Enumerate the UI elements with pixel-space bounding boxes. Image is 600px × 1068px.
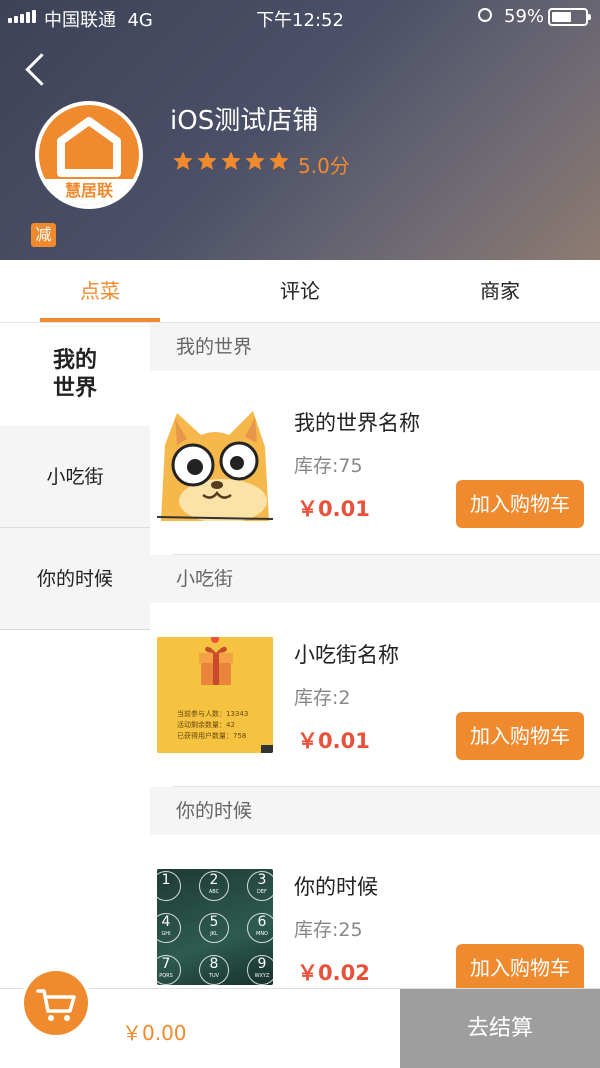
menu-item: 当前参与人数：13343 活动剩余数量：42 已获得用户数量：758 小吃街名称… bbox=[150, 603, 600, 787]
tab-order[interactable]: 点菜 bbox=[0, 260, 200, 322]
add-to-cart-button[interactable]: 加入购物车 bbox=[456, 944, 584, 988]
category-sidebar: 我的世界 小吃街 你的时候 bbox=[0, 323, 150, 988]
menu-item: 我的世界名称 库存:75 ￥0.01 加入购物车 bbox=[150, 371, 600, 555]
keypad-key: 5 JKL bbox=[199, 913, 229, 943]
checkout-button[interactable]: 去结算 bbox=[400, 989, 600, 1068]
category-item-my-world[interactable]: 我的世界 bbox=[0, 323, 150, 426]
item-stock: 库存:2 bbox=[294, 687, 351, 709]
item-price: ￥0.01 bbox=[297, 729, 370, 753]
product-image: 当前参与人数：13343 活动剩余数量：42 已获得用户数量：758 bbox=[157, 637, 273, 753]
status-bar: 中国联通 4G 下午12:52 59% bbox=[0, 0, 600, 34]
category-label: 我的世界 bbox=[52, 347, 97, 401]
rating-score: 5.0分 bbox=[298, 154, 350, 178]
shop-logo: 慧居联 bbox=[35, 101, 143, 209]
item-stock: 库存:25 bbox=[294, 919, 363, 941]
star-icon bbox=[269, 151, 289, 170]
poster-text: 活动剩余数量：42 bbox=[177, 721, 235, 729]
keypad-key: 8 TUV bbox=[199, 955, 229, 985]
star-icon bbox=[245, 151, 265, 170]
keypad-key: 6 MNO bbox=[247, 913, 273, 943]
keypad-key: 9 WXYZ bbox=[247, 955, 273, 985]
product-image bbox=[157, 405, 273, 521]
logo-text: 慧居联 bbox=[39, 179, 139, 205]
back-button[interactable] bbox=[22, 48, 52, 88]
star-icon bbox=[197, 151, 217, 170]
item-name: 我的世界名称 bbox=[294, 411, 420, 435]
tab-bar: 点菜 评论 商家 bbox=[0, 260, 600, 323]
house-icon bbox=[57, 117, 121, 177]
product-image: 1 2 ABC 3 DEF 4 GHI 5 JKL 6 MNO 7 PQRS 8 TUV 9 WXYZ bbox=[157, 869, 273, 985]
tab-reviews[interactable]: 评论 bbox=[200, 260, 400, 322]
keypad-key: 2 ABC bbox=[199, 871, 229, 901]
cart-total: ￥0.00 bbox=[122, 1021, 187, 1045]
item-price: ￥0.01 bbox=[297, 497, 370, 521]
keypad-key: 3 DEF bbox=[247, 871, 273, 901]
menu-item: 1 2 ABC 3 DEF 4 GHI 5 JKL 6 MNO 7 PQRS 8 TUV 9 WXYZ 你的时候… bbox=[150, 835, 600, 988]
category-label: 你的时候 bbox=[36, 568, 113, 590]
item-price: ￥0.02 bbox=[297, 961, 370, 985]
rating-stars bbox=[172, 150, 290, 172]
category-item-snack-street[interactable]: 小吃街 bbox=[0, 426, 150, 528]
category-item-your-time[interactable]: 你的时候 bbox=[0, 528, 150, 630]
tab-indicator bbox=[40, 318, 160, 322]
star-icon bbox=[221, 151, 241, 170]
item-stock: 库存:75 bbox=[294, 455, 363, 477]
battery-icon bbox=[548, 8, 591, 26]
cart-bar: ￥0.00 去结算 bbox=[0, 967, 600, 1068]
shop-header: 中国联通 4G 下午12:52 59% 慧居联 iOS测试店铺 5.0分 减 bbox=[0, 0, 600, 260]
section-header: 小吃街 bbox=[150, 555, 600, 603]
shop-name: iOS测试店铺 bbox=[170, 106, 319, 136]
category-label: 小吃街 bbox=[46, 466, 104, 488]
keypad-key: 1 bbox=[157, 871, 181, 901]
add-to-cart-button[interactable]: 加入购物车 bbox=[456, 480, 584, 528]
poster-text: 已获得用户数量：758 bbox=[177, 732, 247, 740]
item-name: 小吃街名称 bbox=[294, 643, 399, 667]
section-header: 你的时候 bbox=[150, 787, 600, 835]
star-icon bbox=[173, 151, 193, 170]
add-to-cart-button[interactable]: 加入购物车 bbox=[456, 712, 584, 760]
keypad-key: 4 GHI bbox=[157, 913, 181, 943]
cart-button[interactable] bbox=[20, 967, 92, 1039]
discount-badge: 减 bbox=[31, 223, 56, 247]
keypad-key: 7 PQRS bbox=[157, 955, 181, 985]
tab-merchant[interactable]: 商家 bbox=[400, 260, 600, 322]
poster-text: 当前参与人数：13343 bbox=[177, 710, 249, 718]
battery-percent: 59% bbox=[504, 6, 545, 27]
alarm-icon bbox=[478, 8, 492, 22]
menu-list[interactable]: 我的世界 我的世界名称 库存:75 ￥0.01 加入购物车 小吃街 当前参与人数… bbox=[150, 323, 600, 988]
item-name: 你的时候 bbox=[294, 875, 378, 899]
section-header: 我的世界 bbox=[150, 323, 600, 371]
shopping-cart-icon bbox=[36, 989, 76, 1021]
